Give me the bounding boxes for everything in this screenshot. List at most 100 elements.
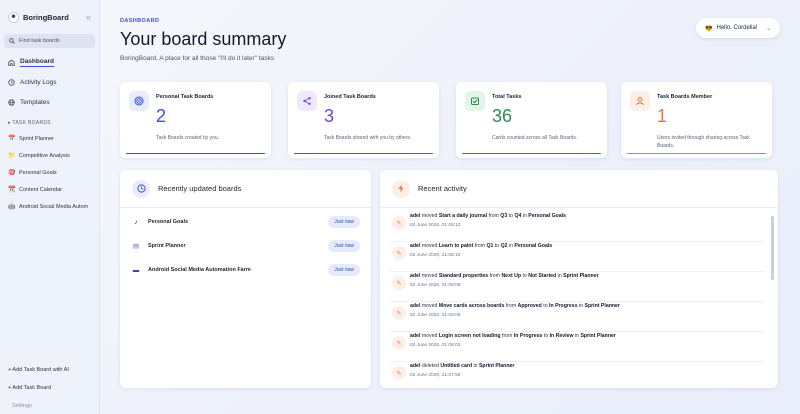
activity-row: ✎ adel deleted Untitled card in Sprint P… — [390, 362, 764, 388]
recent-board-row[interactable]: ▤ Sprint Planner Just now — [132, 238, 360, 254]
stat-description: Users invited through sharing across Tas… — [657, 135, 750, 149]
edit-icon: ✎ — [392, 216, 406, 230]
brand-name: BoringBoard — [23, 12, 69, 22]
activity-time: 02 June 2026, 21:08:10 — [410, 253, 461, 258]
stat-description: Task Boards shared with you by others. — [324, 135, 412, 141]
activity-text: adel moved Move cards across boards from… — [410, 303, 620, 309]
search-icon — [9, 38, 15, 44]
edit-icon: ✎ — [392, 306, 406, 320]
stat-card-board-members[interactable]: Task Boards Member 1 Users invited throu… — [621, 82, 772, 158]
recent-board-row[interactable]: ♪ Personal Goals Just now — [132, 214, 360, 230]
user-greeting: Hello, Cordelia! — [716, 25, 758, 31]
activity-from: In Progress — [513, 333, 543, 339]
activity-scrollbar[interactable] — [771, 216, 774, 280]
recent-activity-panel: Recent activity ✎ adel moved Start a dai… — [380, 170, 778, 388]
sidebar-board-label: Content Calendar — [19, 186, 63, 193]
target-icon — [129, 91, 149, 111]
nav-dashboard[interactable]: Dashboard — [0, 52, 99, 72]
activity-time: 02 June 2026, 21:08:12 — [410, 223, 461, 228]
calendar-icon: 📅 — [8, 136, 16, 142]
collapse-sidebar-icon[interactable]: « — [86, 12, 91, 22]
user-icon — [630, 91, 650, 111]
stat-description: Cards counted across all Task Boards. — [492, 135, 578, 141]
nav-templates[interactable]: Templates — [0, 92, 99, 112]
search-input[interactable]: Find task boards — [4, 34, 95, 48]
sidebar-board-android-social-media[interactable]: 🤖 Android Social Media Autom — [0, 198, 99, 215]
sidebar: ☻ BoringBoard « Find task boards Dashboa… — [0, 0, 100, 414]
stat-label: Total Tasks — [492, 94, 522, 100]
stat-description: Task Boards created by you. — [156, 135, 220, 141]
recent-boards-header: Recently updated boards — [120, 170, 371, 208]
activity-card: Login screen not loading — [438, 333, 501, 339]
activity-row: ✎ adel moved Learn to paint from Q1 to Q… — [390, 242, 764, 272]
edit-icon: ✎ — [392, 366, 406, 380]
recent-activity-title: Recent activity — [418, 184, 467, 193]
sidebar-board-label: Competitive Analysis — [19, 152, 70, 159]
recent-board-name: Android Social Media Automation Farm — [148, 267, 251, 273]
activity-board: Sprint Planner — [580, 333, 616, 339]
edit-icon: ✎ — [392, 276, 406, 290]
activity-to: Q2 — [500, 243, 508, 249]
sidebar-board-sprint-planner[interactable]: 📅 Sprint Planner — [0, 130, 99, 147]
activity-board: Personal Goals — [528, 213, 567, 219]
globe-icon — [8, 98, 15, 106]
recent-board-name: Sprint Planner — [148, 243, 186, 249]
user-avatar-emoji: 😎 — [705, 25, 713, 32]
activity-user: adel — [410, 273, 421, 279]
board-list-icon: ▤ — [132, 243, 140, 250]
activity-user: adel — [410, 213, 421, 219]
activity-row: ✎ adel moved Standard properties from Ne… — [390, 272, 764, 302]
nav-activity-logs-label: Activity Logs — [20, 78, 57, 86]
stat-value: 3 — [324, 106, 335, 126]
user-menu-button[interactable]: 😎 Hello, Cordelia! ⌄ — [696, 18, 780, 38]
add-task-board-button[interactable]: + Add Task Board — [0, 379, 99, 397]
video-icon: ▬ — [132, 266, 140, 274]
activity-verb: moved — [421, 333, 438, 339]
sidebar-board-content-calendar[interactable]: 📆 Content Calendar — [0, 181, 99, 198]
clock-icon — [8, 78, 15, 86]
stat-accent-bar — [627, 152, 766, 154]
stat-value: 36 — [492, 106, 513, 126]
activity-card: Learn to paint — [438, 243, 474, 249]
recent-board-row[interactable]: ▬ Android Social Media Automation Farm J… — [132, 262, 360, 278]
stat-card-total-tasks[interactable]: Total Tasks 36 Cards counted across all … — [456, 82, 607, 158]
activity-from: Q1 — [486, 243, 494, 249]
updated-badge: Just now — [328, 240, 360, 252]
activity-list[interactable]: ✎ adel moved Start a daily journal from … — [380, 208, 778, 388]
nav-dashboard-label: Dashboard — [20, 57, 54, 67]
activity-time: 02 June 2026, 21:08:06 — [410, 313, 461, 318]
robot-icon: 🤖 — [8, 204, 16, 210]
activity-from: Approved — [517, 303, 542, 309]
nav-activity-logs[interactable]: Activity Logs — [0, 72, 99, 92]
activity-user: adel — [410, 333, 421, 339]
sidebar-board-personal-goals[interactable]: 🎯 Personal Goals — [0, 164, 99, 181]
activity-user: adel — [410, 303, 421, 309]
recent-boards-title: Recently updated boards — [158, 184, 242, 193]
stat-label: Personal Task Boards — [156, 94, 214, 100]
sidebar-board-label: Android Social Media Autom — [19, 203, 89, 210]
task-boards-section-title: ▸ TASK BOARDS — [8, 120, 51, 126]
search-placeholder: Find task boards — [19, 38, 60, 44]
activity-card: Standard properties — [438, 273, 489, 279]
stat-card-joined-boards[interactable]: Joined Task Boards 3 Task Boards shared … — [288, 82, 439, 158]
add-task-board-ai-button[interactable]: + Add Task Board with AI — [0, 361, 99, 379]
share-icon — [297, 91, 317, 111]
activity-verb: moved — [421, 213, 438, 219]
recent-activity-header: Recent activity — [380, 170, 778, 208]
activity-verb: moved — [421, 273, 438, 279]
sidebar-board-competitive-analysis[interactable]: 📁 Competitive Analysis — [0, 147, 99, 164]
brand: ☻ BoringBoard « — [0, 0, 99, 34]
stat-card-personal-boards[interactable]: Personal Task Boards 2 Task Boards creat… — [120, 82, 271, 158]
brand-logo-icon: ☻ — [8, 11, 19, 23]
stat-accent-bar — [294, 152, 433, 154]
page-subtitle: BoringBoard, A place for all those "I'll… — [120, 55, 274, 62]
activity-verb: moved — [421, 243, 438, 249]
activity-to: In Progress — [549, 303, 578, 309]
nav-templates-label: Templates — [20, 98, 50, 106]
activity-to: Q4 — [514, 213, 522, 219]
page-eyebrow: DASHBOARD — [120, 18, 160, 24]
chevron-down-icon: ⌄ — [765, 25, 771, 32]
settings-link[interactable]: Settings — [0, 397, 99, 414]
page-title: Your board summary — [120, 29, 287, 49]
activity-board: Sprint Planner — [584, 303, 620, 309]
